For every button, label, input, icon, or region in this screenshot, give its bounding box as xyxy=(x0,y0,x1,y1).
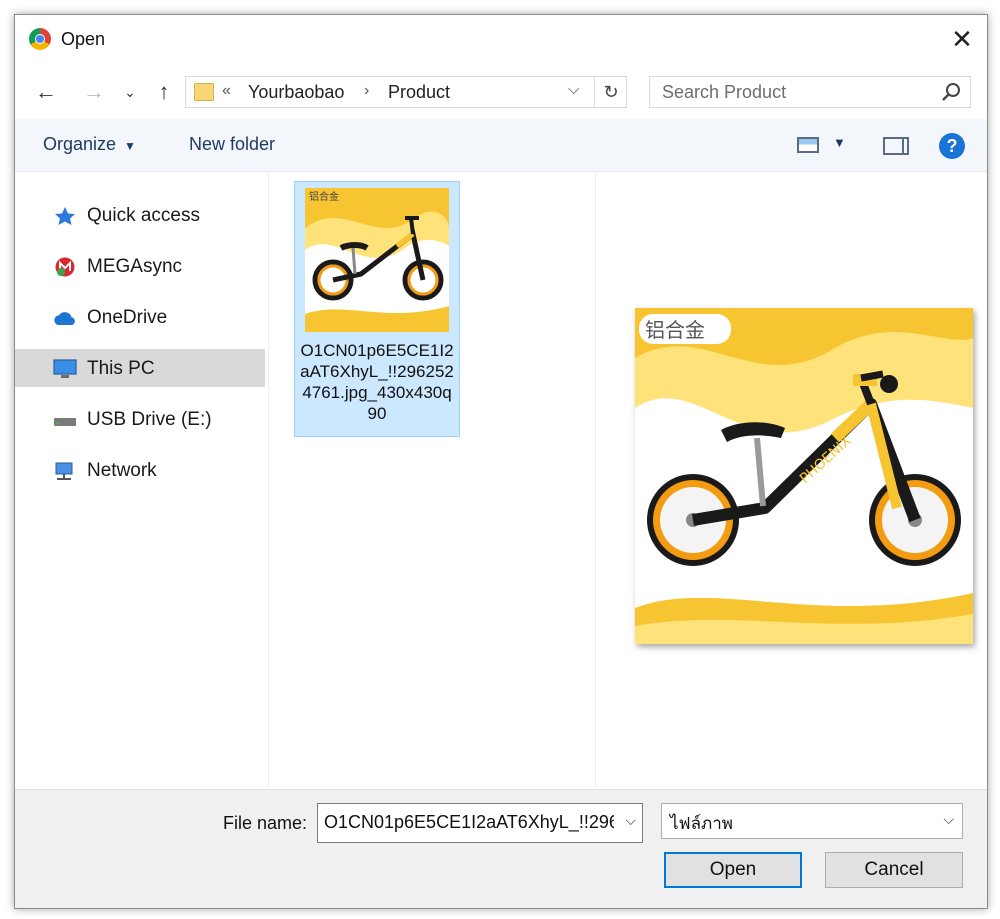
file-name-field-value[interactable]: O1CN01p6E5CE1I2aAT6XhyL_!!2962524761.jpg… xyxy=(324,812,614,833)
file-type-select[interactable]: ไฟล์ภาพ ⌵ xyxy=(661,803,963,839)
file-name-field[interactable]: O1CN01p6E5CE1I2aAT6XhyL_!!2962524761.jpg… xyxy=(317,803,643,843)
folder-icon xyxy=(194,83,214,101)
caret-down-icon: ▼ xyxy=(124,139,136,153)
megasync-icon xyxy=(55,257,75,277)
file-type-value: ไฟล์ภาพ xyxy=(670,814,733,833)
dialog-footer: File name: O1CN01p6E5CE1I2aAT6XhyL_!!296… xyxy=(15,789,987,908)
forward-arrow-icon[interactable]: → xyxy=(79,78,109,108)
address-dropdown-icon[interactable]: ⌵ xyxy=(568,81,579,98)
file-name-label: O1CN01p6E5CE1I2aAT6XhyL_!!2962524761.jpg… xyxy=(300,341,454,423)
dialog-title: Open xyxy=(61,29,106,49)
sidebar-item-network[interactable]: Network xyxy=(15,451,265,489)
help-icon[interactable]: ? xyxy=(939,133,965,159)
new-folder-button[interactable]: New folder xyxy=(189,134,275,155)
organize-button[interactable]: Organize ▼ xyxy=(43,134,136,155)
view-options-caret-icon[interactable]: ▼ xyxy=(833,135,846,150)
back-arrow-icon[interactable]: ← xyxy=(31,78,61,108)
sidebar-item-label: USB Drive (E:) xyxy=(87,409,212,430)
file-type-dropdown-icon[interactable]: ⌵ xyxy=(943,811,954,828)
open-button[interactable]: Open xyxy=(664,852,802,888)
organize-label: Organize xyxy=(43,134,117,154)
file-item[interactable]: 铝合金 O1CN01p6E5CE1I2aAT6XhyL_!!2962524761… xyxy=(294,181,460,437)
usb-drive-icon xyxy=(54,418,76,426)
search-input[interactable]: Search Product xyxy=(662,82,786,103)
monitor-icon xyxy=(53,359,77,378)
navigation-pane: Quick access MEGAsync OneDrive This PC U… xyxy=(15,172,269,788)
preview-image: 铝合金 PHOENIX xyxy=(635,308,973,644)
sidebar-item-quick-access[interactable]: Quick access xyxy=(15,196,265,234)
sidebar-item-label: MEGAsync xyxy=(87,256,183,277)
preview-label: 铝合金 xyxy=(645,318,705,342)
cloud-icon xyxy=(54,312,75,325)
command-toolbar: Organize ▼ New folder ▼ ? xyxy=(15,119,987,172)
change-view-icon[interactable] xyxy=(797,137,819,153)
breadcrumb-yourbaobao[interactable]: Yourbaobao xyxy=(248,82,344,103)
preview-pane-icon[interactable] xyxy=(883,137,909,155)
sidebar-item-label: Network xyxy=(87,460,157,481)
recent-locations-chevron-icon[interactable]: ⌄ xyxy=(119,78,141,108)
refresh-icon[interactable]: ↻ xyxy=(594,77,627,107)
up-arrow-icon[interactable]: ↑ xyxy=(149,78,179,108)
thumbnail-label: 铝合金 xyxy=(309,190,339,203)
sidebar-item-usb-drive[interactable]: USB Drive (E:) xyxy=(15,400,265,438)
sidebar-item-label: This PC xyxy=(87,358,155,379)
close-button[interactable]: ✕ xyxy=(945,23,979,57)
sidebar-item-megasync[interactable]: MEGAsync xyxy=(15,247,265,285)
chrome-icon xyxy=(29,28,51,50)
sidebar-item-this-pc[interactable]: This PC xyxy=(15,349,265,387)
star-icon xyxy=(55,207,75,225)
file-thumbnail: 铝合金 xyxy=(305,188,449,332)
search-box[interactable]: Search Product xyxy=(649,76,971,108)
search-icon[interactable] xyxy=(940,81,962,103)
address-bar[interactable]: « Yourbaobao › Product ⌵ ↻ xyxy=(185,76,627,108)
sidebar-item-label: Quick access xyxy=(87,205,200,226)
file-list: 铝合金 O1CN01p6E5CE1I2aAT6XhyL_!!2962524761… xyxy=(269,172,596,788)
network-icon xyxy=(55,462,73,480)
breadcrumb-product[interactable]: Product xyxy=(388,82,450,103)
navigation-bar: ← → ⌄ ↑ « Yourbaobao › Product ⌵ ↻ Searc… xyxy=(15,67,987,117)
open-file-dialog: Open ✕ ← → ⌄ ↑ « Yourbaobao › Product ⌵ … xyxy=(14,14,988,909)
sidebar-item-onedrive[interactable]: OneDrive xyxy=(15,298,265,336)
title-bar: Open ✕ xyxy=(15,15,987,65)
file-name-field-label: File name: xyxy=(223,813,308,833)
breadcrumb-separator: › xyxy=(364,82,370,99)
sidebar-item-label: OneDrive xyxy=(87,307,168,328)
file-name-dropdown-icon[interactable]: ⌵ xyxy=(625,812,636,829)
cancel-button[interactable]: Cancel xyxy=(825,852,963,888)
breadcrumb-overflow[interactable]: « xyxy=(222,82,231,100)
